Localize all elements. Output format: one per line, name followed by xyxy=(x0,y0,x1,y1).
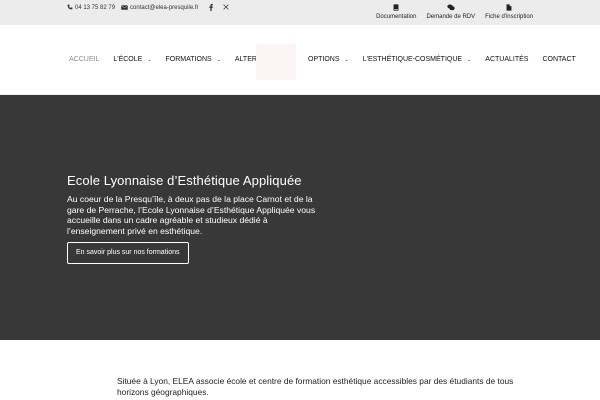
formations-button[interactable]: En savoir plus sur nos formations xyxy=(67,242,189,264)
main-nav-left: ACCUEIL L'ÉCOLE ⌄ FORMATIONS ⌄ ALTERNANC… xyxy=(69,56,281,63)
documentation-label: Documentation xyxy=(376,14,417,20)
x-icon xyxy=(222,4,229,12)
chevron-down-icon: ⌄ xyxy=(147,56,152,63)
x-link[interactable] xyxy=(222,4,229,12)
nav-item-label: CONTACT xyxy=(542,56,576,63)
contact-info: 04 13 75 82 79 contact@elea-presquile.fr xyxy=(67,0,229,16)
hero-title: Ecole Lyonnaise d’Esthétique Appliquée xyxy=(67,173,302,188)
nav-item-accueil[interactable]: ACCUEIL xyxy=(69,56,99,63)
chat-icon xyxy=(447,4,455,13)
nav-item-label: L'ÉCOLE xyxy=(113,56,143,63)
intro-text: Située à Lyon, ELEA associe école et cen… xyxy=(117,376,514,397)
main-nav-right: OPTIONS ⌄ L'ESTHÉTIQUE-COSMÉTIQUE ⌄ ACTU… xyxy=(308,56,576,63)
nav-item-label: ACCUEIL xyxy=(69,56,100,63)
rdv-label: Demande de RDV xyxy=(426,14,476,20)
inscription-link[interactable]: Fiche d'inscription xyxy=(485,4,533,20)
facebook-link[interactable] xyxy=(208,3,213,13)
chevron-down-icon: ⌄ xyxy=(344,56,349,63)
top-bar: 04 13 75 82 79 contact@elea-presquile.fr… xyxy=(0,0,600,25)
facebook-icon xyxy=(208,3,213,13)
email-link[interactable]: contact@elea-presquile.fr xyxy=(121,4,199,12)
hero-description: Au coeur de la Presqu’île, à deux pas de… xyxy=(67,194,316,236)
inscription-label: Fiche d'inscription xyxy=(485,14,533,20)
phone-link[interactable]: 04 13 75 82 79 xyxy=(67,4,115,12)
nav-item-esthetique[interactable]: L'ESTHÉTIQUE-COSMÉTIQUE ⌄ xyxy=(363,56,472,63)
nav-item-label: L'ESTHÉTIQUE-COSMÉTIQUE xyxy=(362,56,463,63)
site-logo[interactable] xyxy=(256,44,296,80)
email-address: contact@elea-presquile.fr xyxy=(130,5,199,11)
nav-item-label: FORMATIONS xyxy=(165,56,212,63)
document-icon xyxy=(506,4,512,13)
nav-item-actualites[interactable]: ACTUALITÉS xyxy=(485,56,528,63)
hero-section: Ecole Lyonnaise d’Esthétique Appliquée A… xyxy=(0,95,600,340)
quick-links: Documentation Demande de RDV Fiche d'ins… xyxy=(376,4,533,20)
nav-item-ecole[interactable]: L'ÉCOLE ⌄ xyxy=(113,56,151,63)
nav-item-label: OPTIONS xyxy=(308,56,340,63)
site-header: ACCUEIL L'ÉCOLE ⌄ FORMATIONS ⌄ ALTERNANC… xyxy=(0,25,600,95)
chevron-down-icon: ⌄ xyxy=(216,56,221,63)
documentation-link[interactable]: Documentation xyxy=(376,4,416,20)
book-icon xyxy=(393,4,399,13)
nav-item-options[interactable]: OPTIONS ⌄ xyxy=(308,56,349,63)
rdv-link[interactable]: Demande de RDV xyxy=(426,4,475,20)
envelope-icon xyxy=(121,4,128,12)
chevron-down-icon: ⌄ xyxy=(467,56,472,63)
nav-item-formations[interactable]: FORMATIONS ⌄ xyxy=(166,56,221,63)
nav-item-label: ACTUALITÉS xyxy=(485,56,529,63)
phone-icon xyxy=(67,4,73,12)
nav-item-contact[interactable]: CONTACT xyxy=(542,56,575,63)
phone-number: 04 13 75 82 79 xyxy=(75,5,116,11)
